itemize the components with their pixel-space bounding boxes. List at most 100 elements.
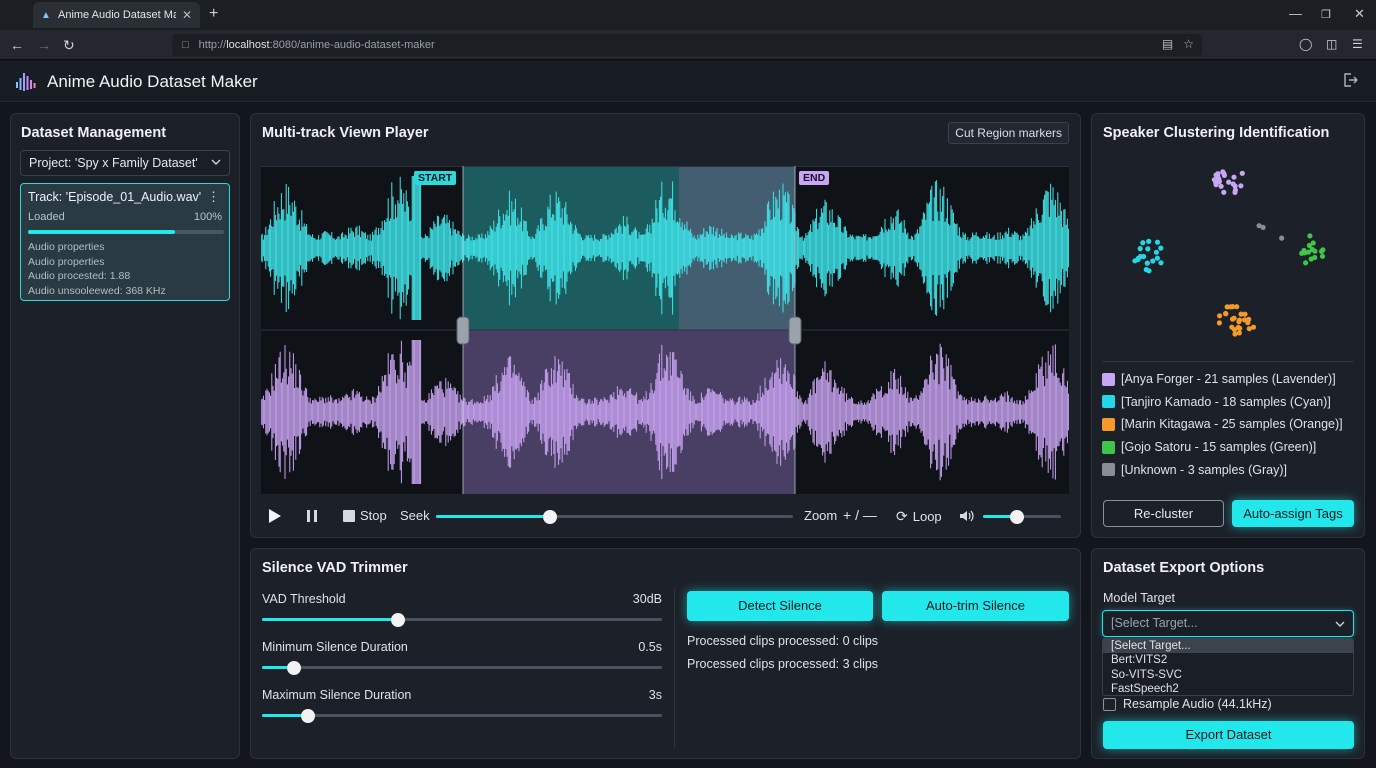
orange-cluster-point [1224, 304, 1230, 310]
resample-option[interactable]: Resample Audio (44.1kHz) [1103, 697, 1272, 711]
model-option[interactable]: Bert:VITS2 [1103, 653, 1353, 667]
address-bar[interactable]: □ http://localhost:8080/anime-audio-data… [172, 34, 1202, 56]
play-icon[interactable] [268, 508, 282, 524]
minimize-icon[interactable]: — [1289, 6, 1302, 21]
speaker-legend-item[interactable]: [Gojo Satoru - 15 samples (Green)] [1102, 436, 1354, 459]
waveform-view[interactable]: START END [261, 166, 1069, 494]
cyan-cluster-point [1144, 260, 1150, 266]
extensions-icon[interactable]: ◫ [1326, 37, 1337, 51]
track-progress-bar [28, 230, 224, 234]
lavender-cluster-point [1221, 189, 1227, 195]
vad-threshold-value: 30dB [632, 592, 662, 606]
model-target-options: [Select Target... Bert:VITS2 So-VITS-SVC… [1102, 638, 1354, 696]
reader-mode-icon[interactable]: ▤ [1162, 37, 1173, 51]
model-target-select[interactable]: [Select Target... [1102, 610, 1354, 637]
page-info-icon[interactable]: □ [182, 39, 189, 51]
waveform-canvas[interactable] [261, 166, 1069, 494]
forward-icon[interactable]: → [37, 37, 51, 53]
window-close-icon[interactable]: ✕ [1354, 6, 1365, 22]
new-tab-icon[interactable]: + [209, 5, 218, 23]
speaker-legend-item[interactable]: [Tanjiro Kamado - 18 samples (Cyan)] [1102, 391, 1354, 414]
model-option[interactable]: FastSpeech2 [1103, 682, 1353, 696]
speaker-legend-item[interactable]: [Anya Forger - 21 samples (Lavender)] [1102, 368, 1354, 391]
end-marker-label: END [799, 171, 830, 185]
cut-region-markers-button[interactable]: Cut Region markers [948, 122, 1069, 144]
url-prefix: http:// [198, 39, 227, 51]
track-prop: Audio procested: 1.88 [28, 270, 131, 282]
resample-checkbox[interactable] [1103, 697, 1116, 711]
browser-tab[interactable]: ▲ Anime Audio Dataset Maker ✕ [33, 2, 200, 28]
chevron-down-icon [1335, 621, 1345, 627]
lavender-cluster-point [1218, 183, 1224, 189]
stop-button[interactable]: Stop [343, 508, 387, 523]
max-silence-knob[interactable] [301, 708, 315, 723]
speaker-legend-item[interactable]: [Unknown - 3 samples (Gray)] [1102, 458, 1354, 481]
vad-threshold-slider[interactable] [262, 612, 662, 627]
lavender-cluster-point [1231, 174, 1237, 180]
track-card[interactable]: Track: 'Episode_01_Audio.wav' ⋮ Loaded 1… [20, 183, 230, 301]
track-prop: Audio properties [28, 241, 105, 253]
start-marker-label: START [414, 171, 457, 185]
gray-cluster-point [1260, 224, 1266, 230]
seek-slider-knob[interactable] [543, 509, 558, 524]
loop-button[interactable]: ⟳ Loop [896, 508, 942, 525]
model-option[interactable]: So-VITS-SVC [1103, 668, 1353, 682]
cyan-swatch [1102, 395, 1115, 409]
project-select[interactable]: Project: 'Spy x Family Dataset' [20, 150, 230, 176]
volume-slider[interactable] [983, 509, 1061, 524]
speaker-legend-item[interactable]: [Marin Kitagawa - 25 samples (Orange)] [1102, 413, 1354, 436]
recluster-button[interactable]: Re-cluster [1103, 500, 1224, 527]
green-cluster-point [1312, 254, 1318, 261]
lavender-cluster-point [1220, 169, 1226, 175]
player-panel: Multi-track Viewn Player Cut Region mark… [250, 113, 1081, 538]
restore-icon[interactable]: ❐ [1321, 8, 1331, 21]
lavender-cluster-point [1216, 178, 1222, 185]
vad-threshold-knob[interactable] [391, 612, 405, 627]
speaker-clustering-panel: Speaker Clustering Identification [Anya … [1091, 113, 1365, 538]
orange-cluster-point [1245, 320, 1251, 326]
max-silence-value: 3s [648, 688, 662, 702]
speaker-clustering-title: Speaker Clustering Identification [1103, 125, 1330, 141]
menu-icon[interactable]: ☰ [1352, 37, 1363, 51]
auto-trim-silence-button[interactable]: Auto-trim Silence [882, 591, 1069, 621]
green-cluster-point [1312, 248, 1318, 254]
min-silence-knob[interactable] [287, 660, 301, 675]
logout-icon[interactable] [1342, 72, 1358, 88]
cyan-cluster-point [1158, 260, 1164, 266]
model-option[interactable]: [Select Target... [1103, 639, 1353, 654]
url-path: :8080/anime-audio-dataset-maker [269, 39, 435, 51]
detect-silence-button[interactable]: Detect Silence [687, 591, 873, 621]
close-tab-icon[interactable]: ✕ [182, 8, 192, 22]
kebab-menu-icon[interactable]: ⋮ [207, 189, 220, 205]
start-marker-handle[interactable] [456, 316, 470, 345]
min-silence-value: 0.5s [638, 640, 662, 654]
cyan-cluster-point [1146, 238, 1152, 244]
bookmark-star-icon[interactable]: ☆ [1183, 37, 1194, 51]
lavender-cluster-point [1226, 179, 1232, 185]
orange-cluster-point [1229, 316, 1236, 322]
max-silence-slider[interactable] [262, 708, 662, 723]
cyan-cluster-point [1158, 245, 1164, 251]
cluster-scatter-plot[interactable] [1102, 149, 1354, 359]
volume-icon[interactable] [959, 509, 975, 523]
orange-cluster-point [1236, 330, 1242, 336]
green-cluster-point [1319, 253, 1326, 259]
green-cluster-point [1302, 250, 1308, 256]
track-status: Loaded [28, 211, 65, 223]
orange-cluster-point [1246, 326, 1252, 332]
volume-slider-knob[interactable] [1009, 509, 1024, 524]
min-silence-slider[interactable] [262, 660, 662, 675]
vad-trimmer-title: Silence VAD Trimmer [262, 560, 408, 576]
orange-cluster-point [1236, 317, 1243, 323]
pause-icon[interactable] [306, 509, 318, 523]
gray-swatch [1102, 463, 1115, 477]
divider [1102, 361, 1354, 362]
end-marker-handle[interactable] [788, 316, 802, 345]
export-dataset-button[interactable]: Export Dataset [1103, 721, 1354, 749]
zoom-controls[interactable]: + / — [843, 507, 877, 523]
seek-slider[interactable] [436, 509, 793, 524]
pocket-icon[interactable]: ◯ [1299, 37, 1312, 51]
auto-assign-tags-button[interactable]: Auto-assign Tags [1232, 500, 1354, 527]
reload-icon[interactable]: ↻ [63, 37, 75, 54]
back-icon[interactable]: ← [10, 37, 24, 53]
